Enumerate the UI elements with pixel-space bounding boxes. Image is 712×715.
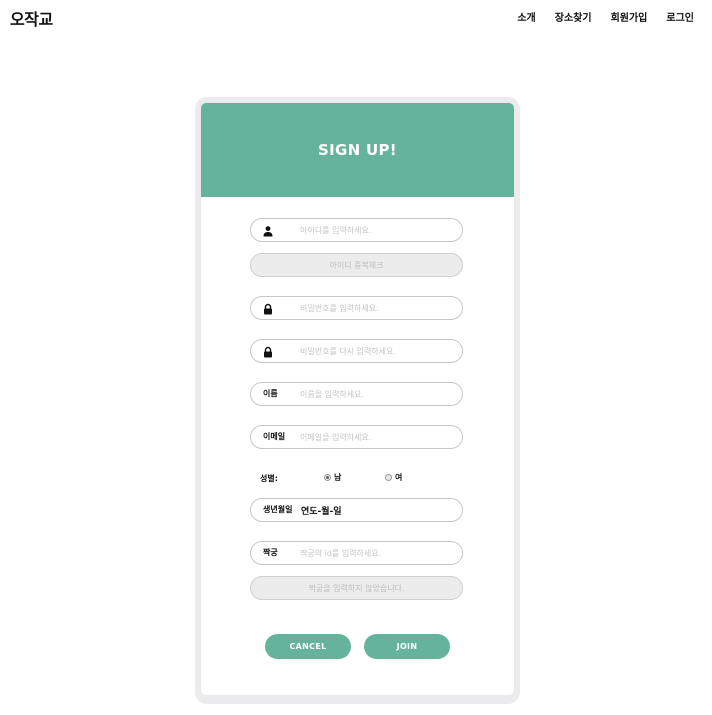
partner-input[interactable] (300, 545, 455, 561)
password-input[interactable] (300, 300, 455, 316)
id-check-button[interactable]: 아이디 중복체크 (250, 253, 463, 277)
gender-female-label: 여 (395, 473, 403, 482)
lock-icon (264, 303, 272, 315)
gender-female-radio[interactable]: 여 (385, 472, 402, 483)
lock-icon (264, 346, 272, 358)
signup-card: SIGN UP! 아이디 중복체크 이름 이메일 (201, 103, 514, 695)
main-nav: 소개 장소찾기 회원가입 로그인 (517, 9, 694, 24)
radio-male-dot[interactable] (324, 474, 331, 481)
join-button[interactable]: JOIN (364, 634, 450, 659)
password-confirm-input[interactable] (300, 343, 455, 359)
email-field[interactable]: 이메일 (250, 425, 463, 449)
form-title: SIGN UP! (318, 141, 397, 159)
cancel-button[interactable]: CANCEL (265, 634, 351, 659)
gender-label: 성별: (260, 474, 278, 483)
password-field[interactable] (250, 296, 463, 320)
email-label: 이메일 (263, 432, 286, 441)
id-field[interactable] (250, 218, 463, 242)
gender-group: 성별: 남 여 (260, 471, 460, 485)
person-icon (263, 226, 273, 237)
logo[interactable]: 오작교 (10, 6, 53, 30)
card-header: SIGN UP! (201, 103, 514, 197)
password-confirm-field[interactable] (250, 339, 463, 363)
partner-label: 짝궁 (263, 548, 278, 557)
name-label: 이름 (263, 389, 278, 398)
name-field[interactable]: 이름 (250, 382, 463, 406)
gender-male-label: 남 (334, 473, 342, 482)
birthdate-label: 생년월일 (263, 505, 293, 514)
birthdate-input[interactable]: 연도-월-일 (301, 504, 342, 517)
radio-female-dot[interactable] (385, 474, 392, 481)
id-input[interactable] (300, 222, 455, 238)
partner-status-text: 짝궁을 입력하지 않았습니다. (308, 584, 405, 593)
nav-item-about[interactable]: 소개 (517, 9, 535, 24)
partner-status-box: 짝궁을 입력하지 않았습니다. (250, 576, 463, 600)
top-bar: 오작교 소개 장소찾기 회원가입 로그인 (0, 0, 712, 34)
nav-item-login[interactable]: 로그인 (666, 9, 694, 24)
email-input[interactable] (300, 429, 455, 445)
id-check-label: 아이디 중복체크 (329, 261, 384, 270)
partner-field[interactable]: 짝궁 (250, 541, 463, 565)
name-input[interactable] (300, 386, 455, 402)
nav-item-signup[interactable]: 회원가입 (611, 9, 648, 24)
birthdate-field[interactable]: 생년월일 연도-월-일 (250, 498, 463, 522)
gender-male-radio[interactable]: 남 (324, 472, 341, 483)
nav-item-find-place[interactable]: 장소찾기 (555, 9, 592, 24)
